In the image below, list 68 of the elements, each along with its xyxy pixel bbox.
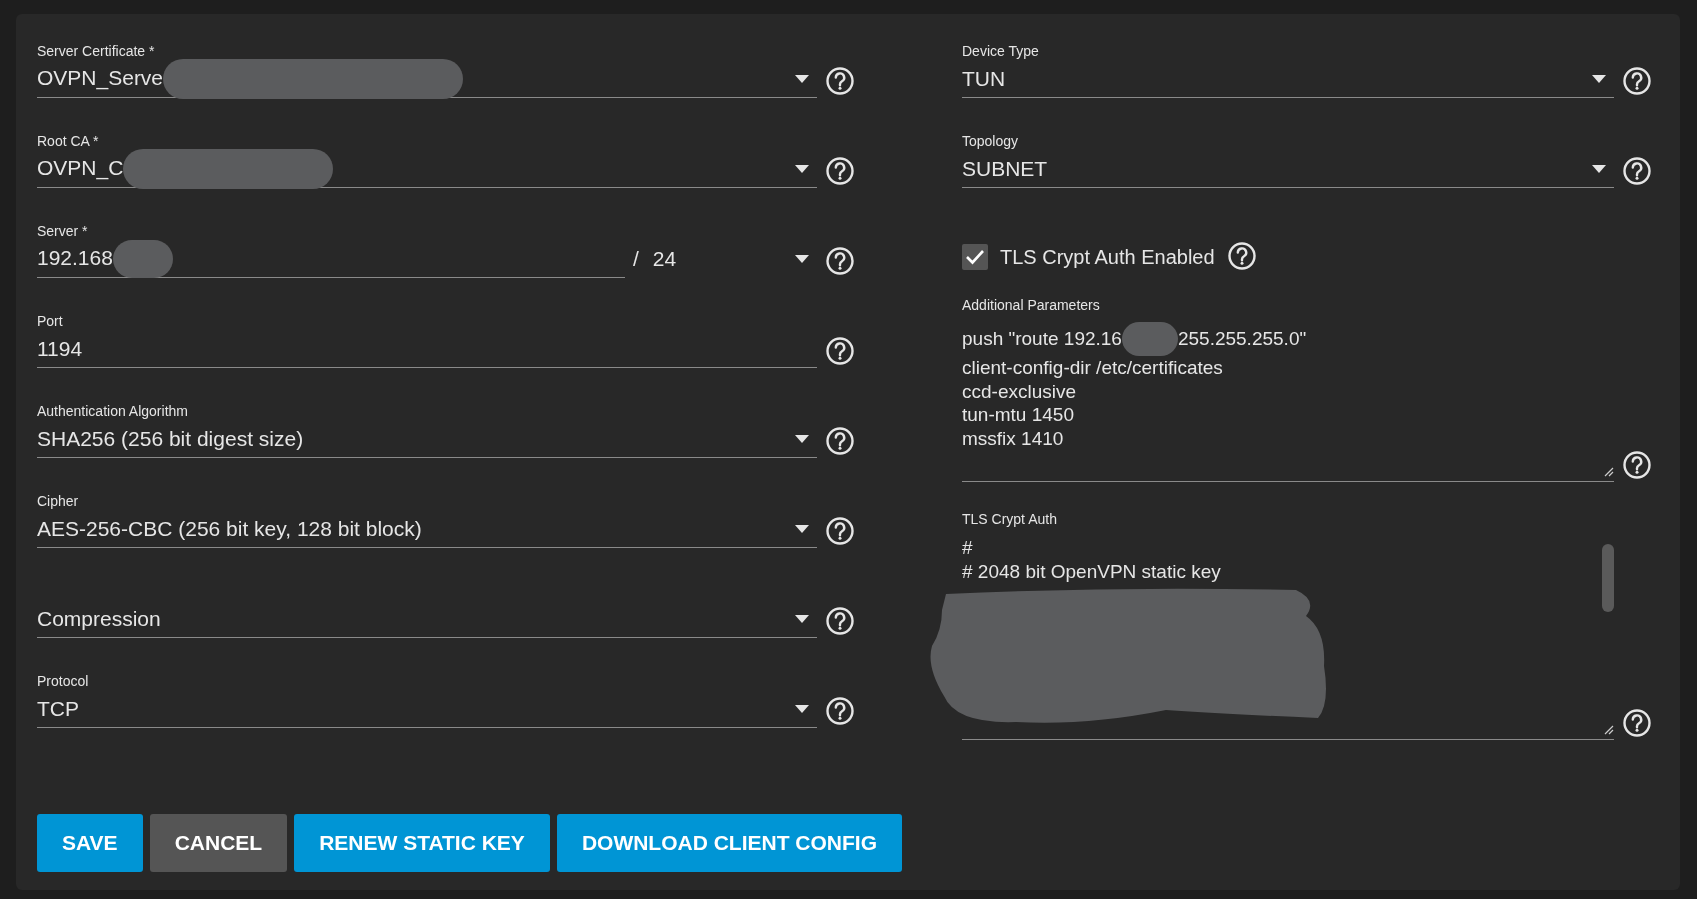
dropdown-caret-icon[interactable] <box>1592 74 1606 83</box>
field-value: SUBNET <box>962 156 1048 180</box>
select-field[interactable]: TUN <box>962 60 1614 98</box>
text-line: ccd-exclusive <box>962 379 1077 403</box>
field-label: Protocol <box>37 672 90 690</box>
field-label: Root CA * <box>37 132 100 150</box>
field-value: OVPN_Serve <box>37 65 164 89</box>
select-field[interactable]: TCP <box>37 690 817 728</box>
field-placeholder: Compression <box>37 606 162 631</box>
field-label: Additional Parameters <box>962 296 1101 314</box>
text-line: # <box>962 536 973 560</box>
field-value: OVPN_C <box>37 155 124 179</box>
help-icon[interactable] <box>1226 241 1257 271</box>
cancel-button[interactable]: CANCEL <box>149 814 288 872</box>
help-icon[interactable] <box>825 426 855 456</box>
help-icon[interactable] <box>825 336 855 366</box>
dropdown-caret-icon[interactable] <box>795 255 809 263</box>
help-icon[interactable] <box>825 156 855 186</box>
checkbox-label: TLS Crypt Auth Enabled <box>1000 245 1215 269</box>
field-value: SHA256 (256 bit digest size) <box>37 426 304 450</box>
field-value: TUN <box>962 66 1006 90</box>
help-icon[interactable] <box>1622 450 1652 480</box>
field-value: TCP <box>37 696 79 720</box>
dropdown-caret-icon[interactable] <box>795 524 809 533</box>
help-icon[interactable] <box>825 246 855 276</box>
help-icon[interactable] <box>825 66 855 96</box>
resize-handle-icon[interactable] <box>1602 465 1614 477</box>
separator: / <box>633 247 639 271</box>
text-line: tun-mtu 1450 <box>962 403 1074 427</box>
text-line: mssfix 1410 <box>962 426 1064 450</box>
select-field[interactable]: SHA256 (256 bit digest size) <box>37 420 817 458</box>
text-line: client-config-dir /etc/certificates <box>962 356 1223 380</box>
select-field[interactable]: Compression <box>37 600 817 638</box>
dropdown-caret-icon[interactable] <box>795 434 809 443</box>
dropdown-caret-icon[interactable] <box>795 74 809 83</box>
input-field[interactable]: 1194 <box>37 330 817 368</box>
dropdown-caret-icon[interactable] <box>795 614 809 623</box>
text-line: push "route 192.16 <box>962 327 1122 351</box>
dropdown-caret-icon[interactable] <box>795 704 809 713</box>
server-input[interactable]: 192.168 <box>37 240 625 278</box>
field-label: TLS Crypt Auth <box>962 510 1058 528</box>
checkbox[interactable] <box>962 244 988 270</box>
field-label: Device Type <box>962 42 1040 60</box>
field-value: AES-256-CBC (256 bit key, 128 bit block) <box>37 516 422 540</box>
select-field[interactable]: SUBNET <box>962 150 1614 188</box>
field-label: Authentication Algorithm <box>37 402 189 420</box>
dropdown-caret-icon[interactable] <box>795 164 809 173</box>
netmask-select[interactable]: 24 <box>652 247 781 271</box>
help-icon[interactable] <box>825 696 855 726</box>
resize-handle-icon[interactable] <box>1602 723 1614 735</box>
field-label: Cipher <box>37 492 80 510</box>
help-icon[interactable] <box>1622 156 1652 186</box>
field-label: Server Certificate * <box>37 42 156 60</box>
text-line: 255.255.255.0" <box>1177 327 1307 351</box>
select-field[interactable]: OVPN_C <box>37 150 817 188</box>
help-icon[interactable] <box>1622 66 1652 96</box>
field-label: Topology <box>962 132 1020 150</box>
dropdown-caret-icon[interactable] <box>1592 164 1606 173</box>
select-field[interactable]: OVPN_Serve <box>37 60 817 98</box>
scrollbar-thumb[interactable] <box>1602 544 1614 612</box>
text-line: # 2048 bit OpenVPN static key <box>962 559 1221 583</box>
help-icon[interactable] <box>825 606 855 636</box>
text-area[interactable]: push "route 192.16 255.255.255.0" client-config-dir /etc/certificates ccd-exclusive tun-mtu 1450 mssfix 1410 <box>962 314 1614 482</box>
help-icon[interactable] <box>1622 708 1652 738</box>
field-label: Server * <box>37 222 89 240</box>
select-field[interactable]: AES-256-CBC (256 bit key, 128 bit block) <box>37 510 817 548</box>
field-label: Port <box>37 312 64 330</box>
help-icon[interactable] <box>825 516 855 546</box>
